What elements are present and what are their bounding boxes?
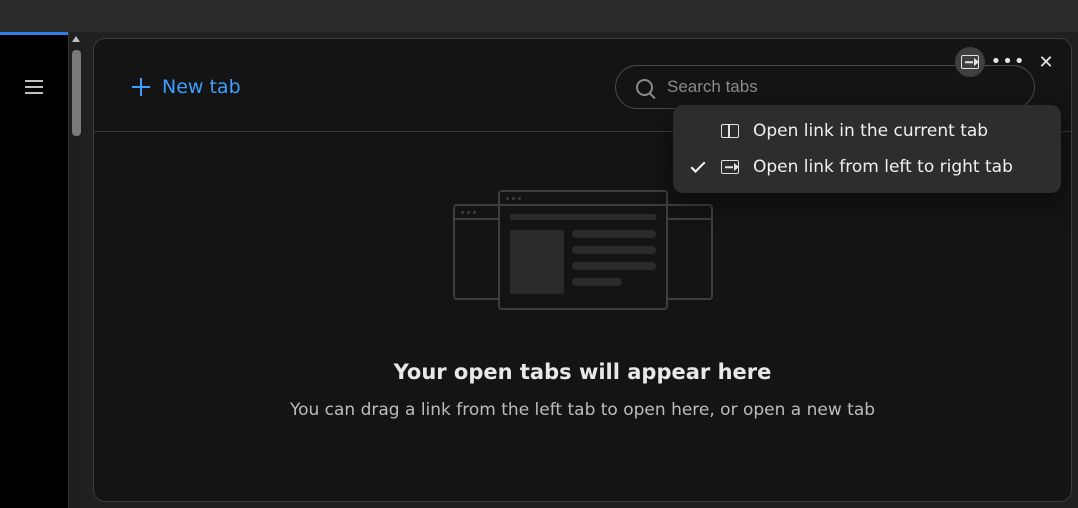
tabs-pane: ••• ✕ New tab [93, 38, 1072, 502]
more-button[interactable]: ••• [993, 47, 1023, 77]
open-right-icon [961, 55, 979, 69]
empty-title: Your open tabs will appear here [130, 360, 1035, 384]
empty-subtitle: You can drag a link from the left tab to… [130, 400, 1035, 420]
new-tab-button[interactable]: New tab [130, 72, 243, 102]
close-icon: ✕ [1038, 53, 1053, 71]
scroll-up-icon [72, 36, 80, 42]
plus-icon [132, 78, 150, 96]
search-input[interactable] [667, 77, 1014, 97]
menu-item-label: Open link from left to right tab [753, 157, 1013, 177]
menu-item-current-tab[interactable]: Open link in the current tab [673, 113, 1061, 149]
split-layout-icon [721, 124, 739, 138]
check-icon [691, 158, 706, 173]
new-tab-label: New tab [162, 76, 241, 98]
menu-item-label: Open link in the current tab [753, 121, 988, 141]
sidebar [0, 32, 68, 508]
hamburger-icon [25, 80, 43, 94]
layout-button[interactable] [955, 47, 985, 77]
menu-item-left-right[interactable]: Open link from left to right tab [673, 149, 1061, 185]
app-shell: ••• ✕ New tab [0, 32, 1078, 508]
more-icon: ••• [991, 53, 1026, 71]
close-pane-button[interactable]: ✕ [1031, 47, 1061, 77]
empty-state: Your open tabs will appear here You can … [130, 190, 1035, 420]
scrollbar[interactable] [68, 32, 83, 508]
hamburger-button[interactable] [20, 73, 48, 101]
empty-illustration [453, 190, 713, 320]
open-right-icon [721, 160, 739, 174]
search-icon [636, 79, 653, 96]
check-slot [689, 166, 707, 169]
pane-controls: ••• ✕ [955, 47, 1061, 77]
scroll-thumb[interactable] [72, 50, 81, 136]
window-titlebar [0, 0, 1078, 32]
layout-menu: Open link in the current tab Open link f… [673, 105, 1061, 193]
